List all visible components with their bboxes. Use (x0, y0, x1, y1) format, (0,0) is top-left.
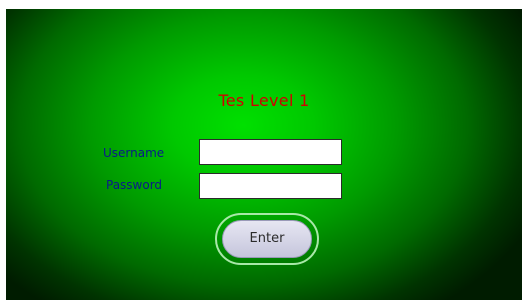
login-panel: Tes Level 1 Username Password Enter (6, 9, 522, 300)
password-label: Password (106, 178, 163, 192)
level-title: Tes Level 1 (6, 91, 522, 110)
password-input[interactable] (199, 173, 342, 199)
username-label: Username (103, 146, 165, 160)
enter-button[interactable]: Enter (222, 220, 312, 258)
username-input[interactable] (199, 139, 342, 165)
game-screen: Tes Level 1 Username Password Enter (0, 0, 528, 306)
level-title-text: Tes Level 1 (218, 91, 310, 110)
